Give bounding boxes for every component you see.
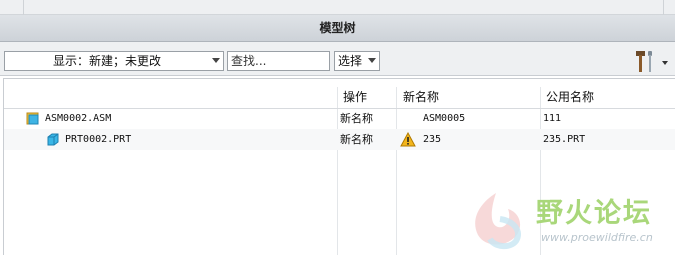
display-filter-label: 显示：新建；未更改 bbox=[53, 54, 162, 68]
select-dropdown-label: 选择 bbox=[338, 54, 363, 68]
search-input[interactable]: 查找... bbox=[227, 51, 330, 71]
column-header-new-name[interactable]: 新名称 bbox=[403, 87, 439, 108]
tree-item-label: ASM0002.ASM bbox=[45, 113, 112, 124]
chevron-down-icon bbox=[212, 58, 220, 63]
watermark-title: 野火论坛 bbox=[536, 198, 652, 229]
select-dropdown[interactable]: 选择 bbox=[334, 51, 380, 71]
warning-icon bbox=[400, 132, 416, 147]
top-band-divider bbox=[23, 0, 24, 15]
assembly-icon bbox=[26, 112, 39, 125]
chevron-down-icon bbox=[368, 58, 376, 63]
tree-item-label: PRT0002.PRT bbox=[65, 134, 132, 145]
watermark-logo-icon bbox=[475, 193, 521, 249]
column-header-action[interactable]: 操作 bbox=[343, 87, 367, 108]
new-name-cell[interactable]: 235 bbox=[423, 129, 441, 150]
top-band bbox=[0, 0, 675, 15]
part-icon bbox=[47, 133, 59, 146]
toolbar: 显示：新建；未更改 查找... 选择 bbox=[0, 42, 675, 76]
common-name-cell[interactable]: 111 bbox=[543, 108, 561, 129]
common-name-cell[interactable]: 235.PRT bbox=[543, 129, 585, 150]
display-filter-select[interactable]: 显示：新建；未更改 bbox=[4, 51, 224, 71]
column-header-common-name[interactable]: 公用名称 bbox=[546, 87, 594, 108]
top-band-divider bbox=[663, 0, 664, 15]
watermark-url: www.proewildfire.cn bbox=[541, 231, 653, 244]
action-cell[interactable]: 新名称 bbox=[340, 129, 373, 150]
watermark: 野火论坛 www.proewildfire.cn bbox=[460, 185, 675, 255]
tools-button[interactable] bbox=[631, 48, 671, 74]
action-cell[interactable]: 新名称 bbox=[340, 108, 373, 129]
table-row[interactable]: PRT0002.PRT 新名称 235 235.PRT bbox=[4, 129, 675, 150]
table-row[interactable]: ASM0002.ASM 新名称 ASM0005 111 bbox=[4, 108, 675, 129]
new-name-cell[interactable]: ASM0005 bbox=[423, 108, 465, 129]
panel-title: 模型树 bbox=[0, 15, 675, 42]
chevron-down-icon[interactable] bbox=[662, 61, 668, 65]
hammer-wrench-icon bbox=[636, 51, 652, 72]
